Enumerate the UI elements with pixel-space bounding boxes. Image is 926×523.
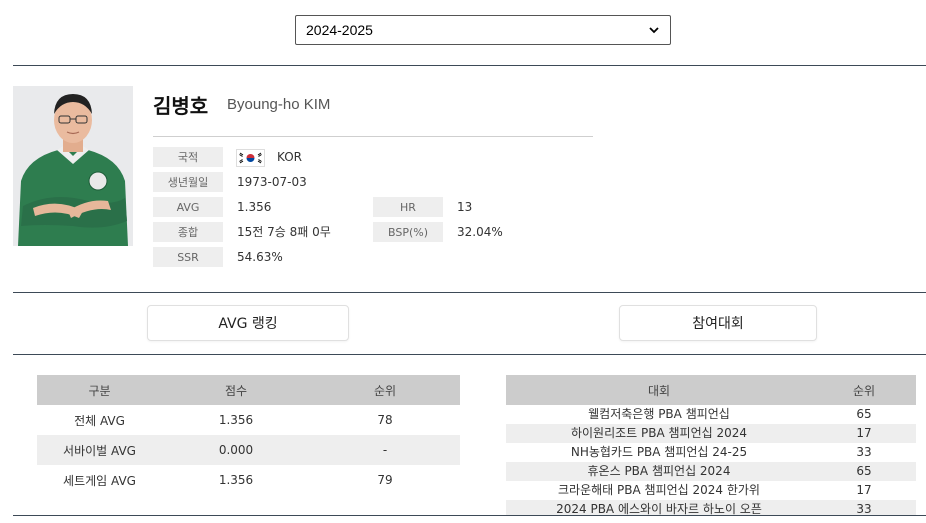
cell-rank: 17 [812,424,916,443]
cell-tournament: NH농협카드 PBA 챔피언십 24-25 [570,445,748,459]
cell-rank: 33 [856,445,872,459]
player-name-korean: 김병호 [153,94,209,118]
cell-category: 세트게임 AVG [63,473,136,488]
cell-score: 1.356 [218,473,254,487]
table-row: 서바이벌 AVG 0.000 - [37,435,460,465]
cell-tournament: 크라운해태 PBA 챔피언십 2024 한가위 [558,483,760,497]
avg-label: AVG [153,197,223,217]
table-row[interactable]: 웰컴저축은행 PBA 챔피언십 65 [506,405,916,424]
overall-value: 15전 7승 8패 0무 [237,225,331,239]
divider-middle [13,292,926,293]
korea-flag-icon [236,149,265,167]
tournament-table: 대회 순위 웰컴저축은행 PBA 챔피언십 65 하이원리조트 PBA 챔피언십… [506,375,916,515]
cell-rank: 65 [812,462,916,481]
avg-value: 1.356 [237,200,272,214]
hr-value: 13 [457,200,473,214]
col-rank: 순위 [310,375,460,405]
table-row[interactable]: 휴온스 PBA 챔피언십 2024 65 [506,462,916,481]
player-name-english: Byoung-ho KIM [227,96,331,113]
cell-rank: 78 [377,413,393,427]
cell-score: 0.000 [162,435,310,465]
table-row: 세트게임 AVG 1.356 79 [37,465,460,495]
cell-tournament: 휴온스 PBA 챔피언십 2024 [506,462,812,481]
cell-rank: 33 [812,500,916,515]
avg-ranking-button[interactable]: AVG 랭킹 [147,305,349,341]
table-row[interactable]: 하이원리조트 PBA 챔피언십 2024 17 [506,424,916,443]
divider-top [13,65,926,66]
table-row: 전체 AVG 1.356 78 [37,405,460,435]
table-row[interactable]: 크라운해태 PBA 챔피언십 2024 한가위 17 [506,481,916,500]
cell-rank: - [310,435,460,465]
divider-bottom [13,515,926,516]
col-score: 점수 [162,375,310,405]
col-category: 구분 [37,375,162,405]
chevron-down-icon [649,27,659,34]
tournaments-button[interactable]: 참여대회 [619,305,817,341]
cell-category: 전체 AVG [74,413,125,428]
cell-rank: 79 [377,473,393,487]
birth-value: 1973-07-03 [237,175,307,189]
tournament-table-scroll[interactable]: 대회 순위 웰컴저축은행 PBA 챔피언십 65 하이원리조트 PBA 챔피언십… [506,375,916,515]
player-photo [13,86,133,246]
bsp-label: BSP(%) [373,222,443,242]
player-portrait-image [13,86,133,246]
birth-label: 생년월일 [153,172,223,192]
nationality-value: KOR [277,150,302,164]
bsp-value: 32.04% [457,225,503,239]
divider-lower [13,354,926,355]
col-rank: 순위 [812,375,916,405]
overall-label: 종합 [153,222,223,242]
cell-category: 서바이벌 AVG [37,435,162,465]
table-row[interactable]: 2024 PBA 에스와이 바자르 하노이 오픈 33 [506,500,916,515]
hr-label: HR [373,197,443,217]
cell-tournament: 하이원리조트 PBA 챔피언십 2024 [506,424,812,443]
nationality-label: 국적 [153,147,223,167]
cell-score: 1.356 [218,413,254,427]
ssr-label: SSR [153,247,223,267]
table-header-row: 대회 순위 [506,375,916,405]
cell-tournament: 2024 PBA 에스와이 바자르 하노이 오픈 [506,500,812,515]
avg-ranking-table: 구분 점수 순위 전체 AVG 1.356 78 서바이벌 AVG 0.000 … [37,375,460,495]
cell-rank: 65 [856,407,872,421]
cell-rank: 17 [856,483,872,497]
col-tournament: 대회 [506,375,812,405]
cell-tournament: 웰컴저축은행 PBA 챔피언십 [588,407,730,421]
name-divider [153,136,593,137]
ssr-value: 54.63% [237,250,283,264]
table-row[interactable]: NH농협카드 PBA 챔피언십 24-25 33 [506,443,916,462]
season-select[interactable]: 2024-2025 [295,15,671,45]
table-header-row: 구분 점수 순위 [37,375,460,405]
season-select-value: 2024-2025 [306,22,373,38]
